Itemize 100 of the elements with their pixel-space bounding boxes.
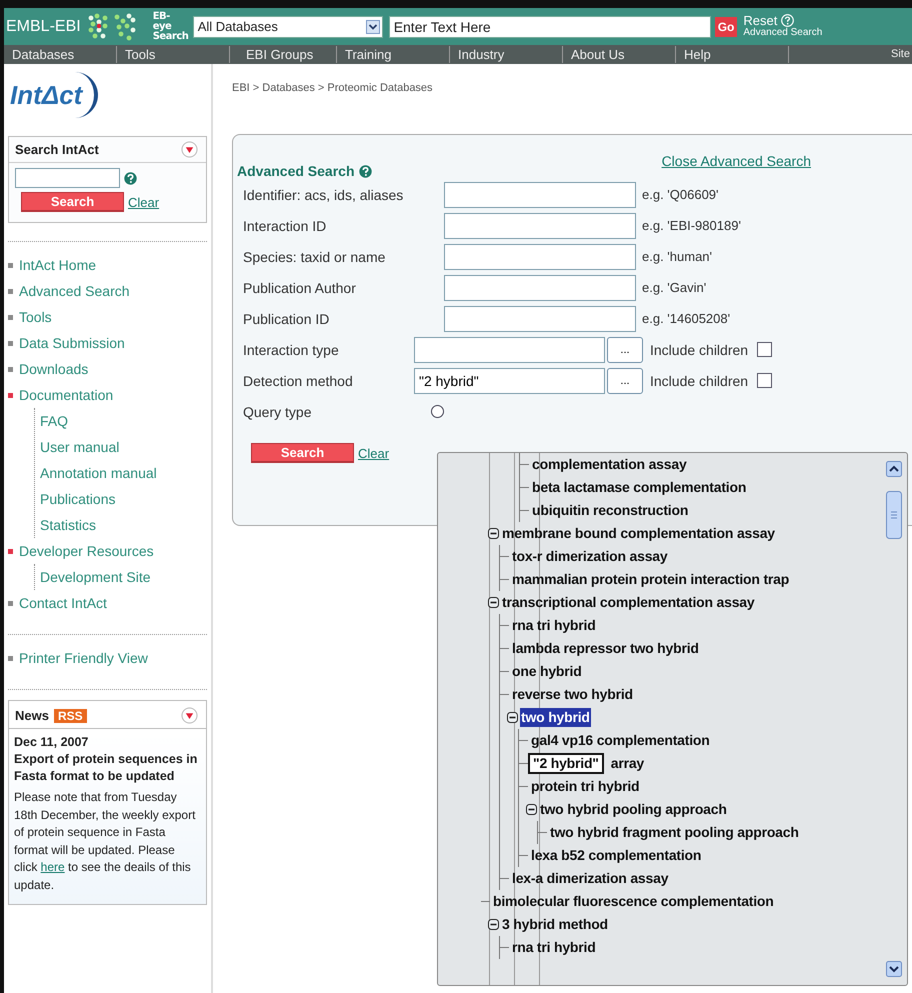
- tree-item[interactable]: 3 hybrid method: [501, 915, 609, 934]
- menu-link[interactable]: Developer Resources: [19, 543, 154, 559]
- tree-item[interactable]: array: [610, 754, 645, 773]
- input-field[interactable]: [444, 306, 636, 332]
- box-title: Search IntAct: [15, 142, 99, 157]
- checkbox[interactable]: [757, 373, 772, 388]
- menu-link[interactable]: Advanced Search: [19, 283, 130, 299]
- example-text: e.g. '14605208': [642, 311, 730, 326]
- scrollbar-thumb: [886, 491, 902, 539]
- close-link[interactable]: Close Advanced Search: [662, 153, 811, 169]
- collapse-icon[interactable]: [507, 712, 518, 723]
- tree-item[interactable]: one hybrid: [511, 662, 583, 681]
- submenu-link[interactable]: User manual: [40, 439, 120, 455]
- field-label: Publication ID: [243, 310, 330, 326]
- example-text: e.g. 'Gavin': [642, 280, 706, 295]
- input-field[interactable]: [414, 336, 605, 362]
- clear-link[interactable]: Clear: [358, 446, 390, 460]
- search-button[interactable]: Search: [21, 192, 124, 212]
- tree-item[interactable]: gal4 vp16 complementation: [530, 731, 711, 750]
- go-button[interactable]: Go: [714, 16, 738, 36]
- menu-link[interactable]: Downloads: [19, 361, 88, 377]
- nav-link[interactable]: Site: [883, 46, 912, 63]
- nav-link[interactable]: Help: [676, 46, 789, 63]
- help-icon: [124, 172, 137, 184]
- nav-link[interactable]: Training: [337, 46, 450, 63]
- collapse-icon[interactable]: [526, 804, 537, 815]
- menu-link[interactable]: IntAct Home: [19, 257, 96, 273]
- field-label: Identifier: acs, ids, aliases: [243, 186, 404, 202]
- tree-item[interactable]: lex-a dimerization assay: [511, 869, 670, 888]
- tree-item[interactable]: transcriptional complementation assay: [501, 593, 756, 612]
- tree-item[interactable]: bimolecular fluorescence complementation: [492, 892, 775, 911]
- field-label: Query type: [243, 404, 312, 420]
- collapse-icon: [181, 707, 198, 724]
- panel-title: Advanced Search: [237, 163, 354, 179]
- field-label: Interaction type: [243, 342, 340, 358]
- menu-link[interactable]: Tools: [19, 309, 52, 325]
- advanced-search-link[interactable]: Advanced Search: [743, 27, 822, 39]
- news-text: Please note that from Tuesday 18th December, the weekly export of protein sequence in Fasta format will be updated. Please click here to see the deails of this update.: [14, 789, 196, 894]
- database-dropdown[interactable]: All Databases: [192, 16, 383, 38]
- field-label: Detection method: [243, 372, 354, 388]
- collapse-icon: [181, 141, 198, 158]
- collapse-icon[interactable]: [488, 528, 499, 539]
- tree-item[interactable]: reverse two hybrid: [511, 685, 634, 704]
- collapse-icon[interactable]: [488, 919, 499, 930]
- example-text: e.g. 'EBI-980189': [642, 218, 741, 233]
- submenu-link[interactable]: Statistics: [40, 517, 96, 533]
- tree-item[interactable]: two hybrid pooling approach: [539, 800, 728, 819]
- menu-link[interactable]: Contact IntAct: [19, 595, 107, 611]
- nav-link[interactable]: EBI Groups: [230, 46, 337, 63]
- tree-item[interactable]: two hybrid fragment pooling approach: [549, 823, 800, 842]
- input-field[interactable]: [444, 212, 636, 238]
- input-field[interactable]: [444, 274, 636, 300]
- radio-button[interactable]: [431, 405, 444, 418]
- browse-button[interactable]: ...: [607, 368, 643, 394]
- submenu-link[interactable]: Annotation manual: [40, 465, 157, 481]
- input-field[interactable]: [444, 244, 636, 270]
- tree-item[interactable]: complementation assay: [531, 455, 688, 474]
- menu-link[interactable]: Printer Friendly View: [19, 650, 148, 666]
- include-label: Include children: [650, 372, 748, 388]
- tooltip: "2 hybrid": [528, 753, 604, 774]
- search-field[interactable]: [15, 168, 120, 188]
- submenu-link[interactable]: Publications: [40, 491, 116, 507]
- chevron-down-icon: [366, 20, 380, 34]
- nav-link[interactable]: Industry: [450, 46, 563, 63]
- menu-link[interactable]: Data Submission: [19, 335, 125, 351]
- browse-button[interactable]: ...: [607, 336, 643, 362]
- tree-item[interactable]: membrane bound complementation assay: [501, 524, 776, 543]
- here-link[interactable]: here: [40, 860, 65, 874]
- submenu-link[interactable]: Development Site: [40, 569, 151, 585]
- intact-logo: IntΔct: [8, 72, 98, 118]
- tree-item[interactable]: two hybrid: [520, 708, 591, 727]
- search-button[interactable]: Search: [251, 443, 354, 463]
- rss-badge[interactable]: RSS: [54, 708, 87, 722]
- tree-item[interactable]: mammalian protein protein interaction trap: [511, 570, 790, 589]
- field-label: Publication Author: [243, 280, 357, 296]
- search-field[interactable]: Enter Text Here: [388, 16, 711, 38]
- input-field[interactable]: "2 hybrid": [414, 368, 605, 394]
- input-field[interactable]: [444, 182, 636, 208]
- tree-item[interactable]: ubiquitin reconstruction: [531, 501, 690, 520]
- tree-item[interactable]: lambda repressor two hybrid: [511, 639, 700, 658]
- tree-item[interactable]: tox-r dimerization assay: [511, 547, 668, 566]
- example-text: e.g. 'Q06609': [642, 187, 719, 202]
- tree-item[interactable]: rna tri hybrid: [511, 616, 597, 635]
- reset-link[interactable]: Reset: [743, 14, 778, 26]
- field-label: Interaction ID: [243, 218, 328, 234]
- tree-item[interactable]: rna tri hybrid: [511, 938, 597, 957]
- tree-item[interactable]: protein tri hybrid: [530, 777, 640, 796]
- nav-link[interactable]: Tools: [117, 46, 230, 63]
- nav-link[interactable]: Databases: [4, 46, 117, 63]
- example-text: e.g. 'human': [642, 249, 712, 264]
- tree-item[interactable]: beta lactamase complementation: [531, 478, 748, 497]
- tree-item[interactable]: lexa b52 complementation: [530, 846, 702, 865]
- nav-link[interactable]: About Us: [563, 46, 676, 63]
- menu-link[interactable]: Documentation: [19, 387, 114, 403]
- news-headline: Export of protein sequences in Fasta format to be updated: [14, 751, 198, 785]
- help-icon: [781, 14, 794, 27]
- submenu-link[interactable]: FAQ: [40, 413, 68, 429]
- clear-link[interactable]: Clear: [128, 194, 160, 210]
- checkbox[interactable]: [757, 342, 772, 357]
- collapse-icon[interactable]: [488, 597, 499, 608]
